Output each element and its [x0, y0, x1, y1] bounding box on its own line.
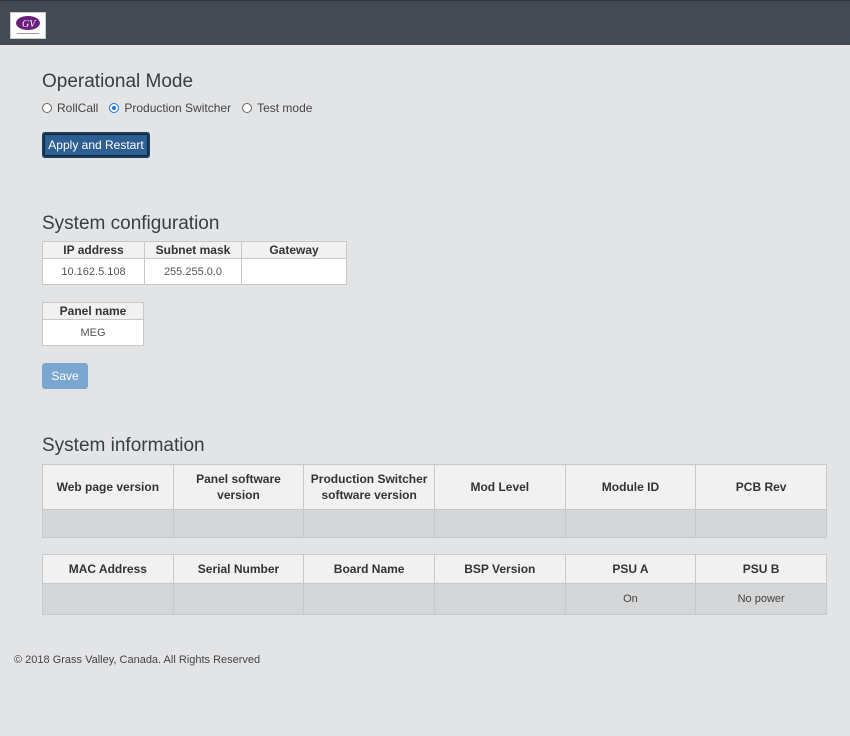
radio-production-switcher-button[interactable]: [109, 103, 120, 113]
save-button[interactable]: Save: [42, 363, 88, 389]
production-switcher-software-version-header: Production Switcher software version: [303, 464, 435, 510]
network-config-table: IP address Subnet mask Gateway 10.162.5.…: [42, 241, 347, 285]
mod-level-header: Mod Level: [433, 464, 566, 510]
panel-software-version-value: [172, 509, 305, 538]
radio-rollcall-label: RollCall: [57, 101, 99, 115]
bsp-version-header: BSP Version: [433, 554, 566, 584]
radio-rollcall-button[interactable]: [42, 103, 52, 113]
module-id-header: Module ID: [564, 464, 697, 510]
panel-name-table: Panel name MEG: [42, 302, 144, 346]
pcb-rev-value: [695, 509, 827, 538]
serial-number-header: Serial Number: [172, 554, 305, 584]
radio-test-mode-button[interactable]: [242, 103, 253, 113]
system-info-table-2: MAC Address Serial Number Board Name BSP…: [42, 554, 827, 615]
bsp-version-value: [433, 583, 566, 615]
psu-b-header: PSU B: [695, 554, 827, 584]
top-bar: GV: [0, 0, 850, 45]
copyright-footer: © 2018 Grass Valley, Canada. All Rights …: [14, 654, 261, 666]
panel-software-version-header: Panel software version: [172, 464, 305, 510]
pcb-rev-header: PCB Rev: [695, 464, 827, 510]
operational-mode-radio-group: RollCall Production Switcher Test mode: [42, 101, 323, 115]
mac-address-header: MAC Address: [42, 554, 174, 584]
board-name-header: Board Name: [303, 554, 435, 584]
gateway-field[interactable]: [241, 258, 347, 285]
psu-a-header: PSU A: [564, 554, 697, 584]
panel-name-field[interactable]: MEG: [42, 319, 144, 346]
psu-a-value: On: [564, 583, 697, 615]
svg-text:GV: GV: [22, 19, 37, 30]
mod-level-value: [433, 509, 566, 538]
web-page-version-header: Web page version: [42, 464, 174, 510]
board-name-value: [303, 583, 435, 615]
web-page-version-value: [42, 509, 174, 538]
apply-and-restart-button[interactable]: Apply and Restart: [42, 132, 150, 158]
system-information-title: System information: [42, 435, 205, 456]
psu-b-value: No power: [695, 583, 827, 615]
radio-production-switcher-label: Production Switcher: [124, 101, 232, 115]
production-switcher-software-version-value: [303, 509, 435, 538]
operational-mode-title: Operational Mode: [42, 71, 194, 92]
serial-number-value: [172, 583, 305, 615]
radio-test-mode[interactable]: Test mode: [242, 101, 312, 115]
radio-test-mode-label: Test mode: [257, 101, 313, 115]
grass-valley-logo-icon[interactable]: GV: [10, 12, 46, 39]
radio-production-switcher[interactable]: Production Switcher: [109, 101, 231, 115]
system-info-table-1: Web page version Panel software version …: [42, 464, 827, 538]
ip-address-header: IP address: [42, 241, 145, 259]
gateway-header: Gateway: [241, 241, 347, 259]
subnet-mask-field[interactable]: 255.255.0.0: [144, 258, 242, 285]
module-id-value: [564, 509, 697, 538]
mac-address-value: [42, 583, 174, 615]
ip-address-field[interactable]: 10.162.5.108: [42, 258, 145, 285]
radio-rollcall[interactable]: RollCall: [42, 101, 98, 115]
panel-name-header: Panel name: [42, 302, 144, 320]
subnet-mask-header: Subnet mask: [144, 241, 242, 259]
system-configuration-title: System configuration: [42, 213, 220, 234]
